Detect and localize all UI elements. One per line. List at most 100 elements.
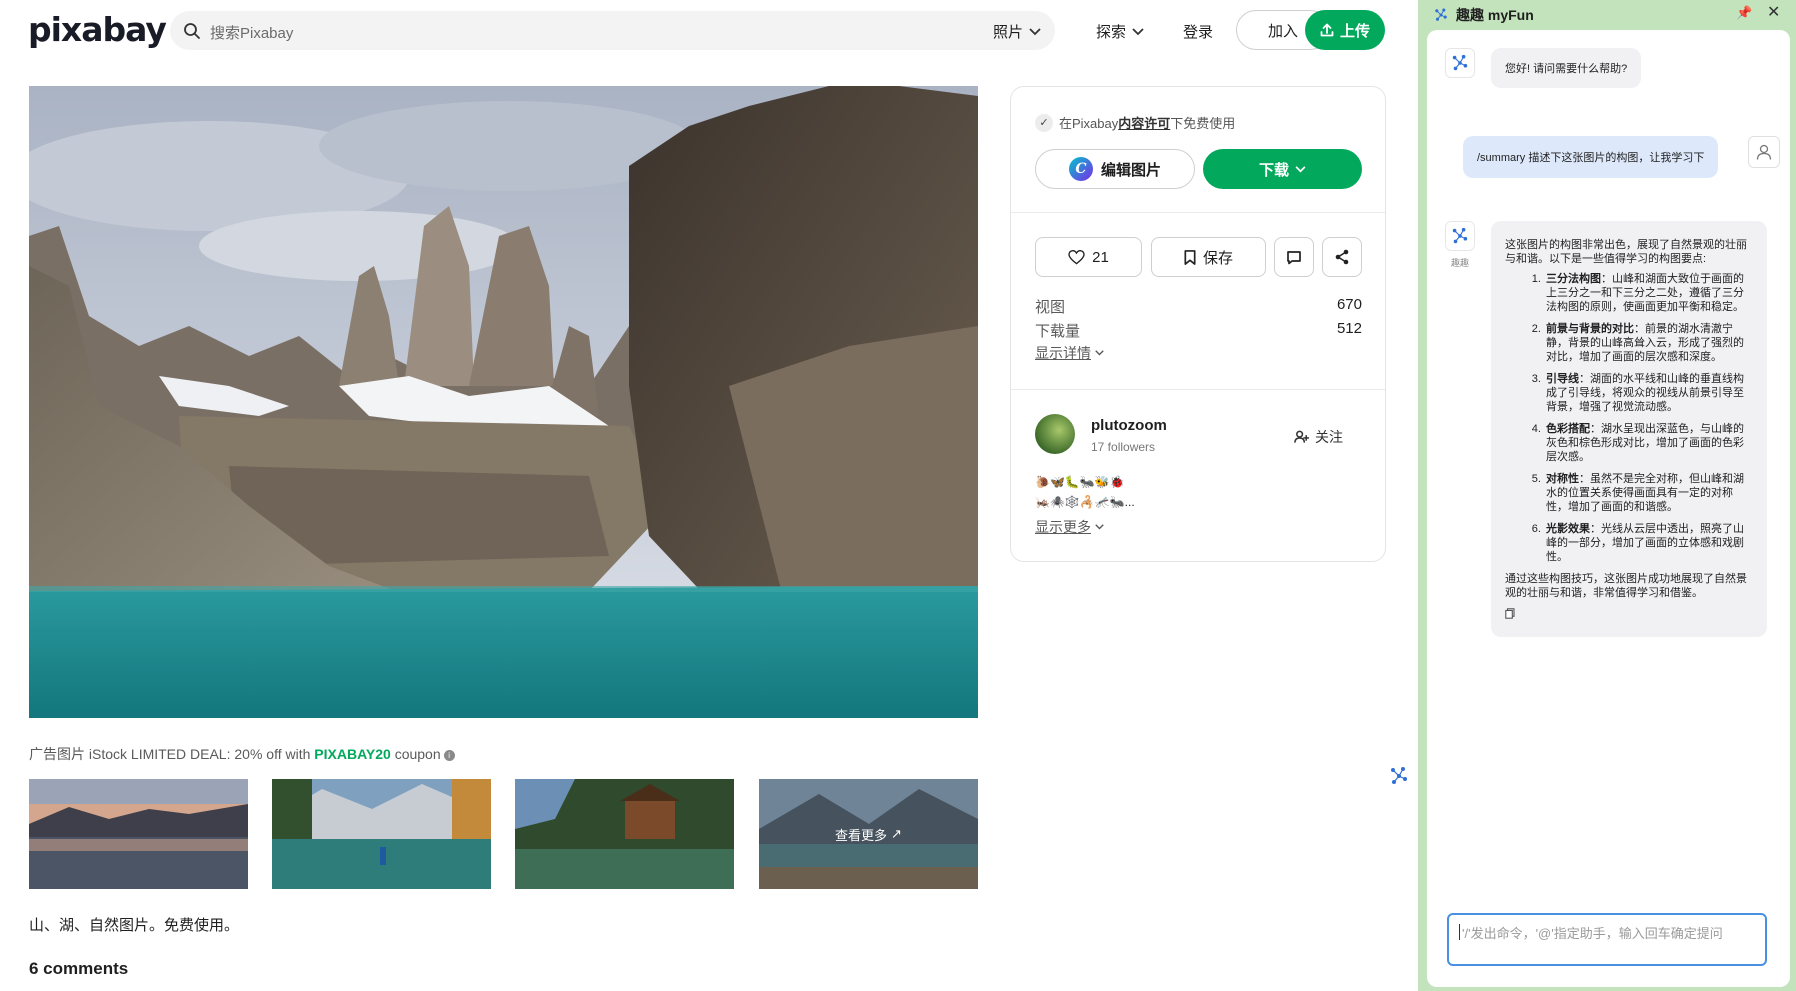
search-type-dropdown[interactable]: 照片	[993, 21, 1041, 42]
answer-bubble: 这张图片的构图非常出色，展现了自然景观的壮丽与和谐。以下是一些值得学习的构图要点…	[1491, 221, 1767, 637]
close-icon[interactable]: ✕	[1767, 2, 1780, 22]
greeting-bubble: 您好! 请问需要什么帮助?	[1491, 48, 1642, 88]
downloads-value: 512	[1336, 320, 1362, 337]
assistant-logo-icon	[1435, 8, 1447, 21]
explore-label: 探索	[1096, 24, 1127, 41]
pin-icon[interactable]: 📌	[1736, 5, 1752, 21]
heart-icon	[1068, 249, 1085, 264]
panel-title: 趣趣 myFun	[1434, 5, 1534, 25]
search-bar[interactable]: 搜索Pixabay 照片	[170, 11, 1055, 50]
assistant-float-icon[interactable]	[1389, 766, 1409, 786]
views-value: 670	[1336, 296, 1362, 313]
downloads-stat: 下载量 512	[1035, 320, 1362, 341]
author-name[interactable]: plutozoom	[1091, 417, 1167, 434]
user-message-text: /summary 描述下这张图片的构图，让我学习下	[1477, 152, 1705, 164]
upload-label: 上传	[1339, 22, 1370, 40]
chat-area: 您好! 请问需要什么帮助? /summary 描述下这张图片的构图，让我学习下 …	[1427, 30, 1790, 987]
share-icon	[1335, 249, 1349, 265]
related-thumbnail-more[interactable]: 查看更多 ↗	[759, 779, 978, 889]
greeting-text: 您好! 请问需要什么帮助?	[1505, 63, 1628, 75]
comment-icon	[1287, 250, 1301, 264]
text-caret	[1459, 924, 1460, 940]
ad-prefix: 广告图片 iStock LIMITED DEAL: 20% off with	[29, 746, 315, 762]
pixabay-logo[interactable]: pixabay	[28, 10, 167, 49]
ad-coupon[interactable]: PIXABAY20	[314, 746, 391, 762]
license-link[interactable]: 内容许可	[1118, 116, 1170, 131]
chevron-down-icon	[1295, 165, 1306, 172]
copy-icon[interactable]	[1505, 608, 1753, 623]
login-link[interactable]: 登录	[1183, 21, 1213, 42]
bookmark-icon	[1184, 249, 1196, 265]
user-avatar	[1748, 136, 1780, 168]
point-title: 前景与背景的对比	[1546, 323, 1634, 335]
share-button[interactable]	[1322, 237, 1362, 277]
point-title: 色彩搭配	[1546, 423, 1590, 435]
show-details-link[interactable]: 显示详情	[1035, 343, 1104, 363]
answer-list: 三分法构图：山峰和湖面大致位于画面的上三分之一和下三分之二处，遵循了三分法构图的…	[1505, 272, 1753, 564]
author-avatar[interactable]	[1035, 414, 1075, 454]
bot-caption: 趣趣	[1451, 258, 1470, 268]
answer-point: 引导线：湖面的水平线和山峰的垂直线构成了引导线，将观众的视线从前景引导至背景，增…	[1544, 372, 1753, 414]
author-bio: 🐌🦋🐛🐜🐝🐞 🦗🕷️🕸️🦂🦟🐜...	[1035, 472, 1135, 512]
license-suffix: 下免费使用	[1170, 116, 1236, 131]
join-label: 加入	[1267, 22, 1298, 40]
views-stat: 视图 670	[1035, 296, 1362, 317]
like-button[interactable]: 21	[1035, 237, 1142, 277]
main-page: pixabay 搜索Pixabay 照片 探索 登录 加入 上传 广告图片 iS…	[0, 0, 1418, 991]
ad-suffix: coupon	[390, 746, 441, 762]
user-message-bubble: /summary 描述下这张图片的构图，让我学习下	[1463, 136, 1719, 178]
external-link-icon: ↗	[891, 826, 902, 841]
comments-heading: 6 comments	[29, 959, 129, 978]
answer-point: 色彩搭配：湖水呈现出深蓝色，与山峰的灰色和棕色形成对比，增加了画面的色彩层次感。	[1544, 422, 1753, 464]
see-more-overlay[interactable]: 查看更多 ↗	[759, 779, 978, 889]
license-line: ✓ 在Pixabay内容许可下免费使用	[1035, 113, 1235, 132]
panel-title-label: 趣趣 myFun	[1456, 7, 1534, 23]
chevron-down-icon	[1029, 27, 1041, 35]
divider	[1011, 389, 1385, 390]
save-button[interactable]: 保存	[1151, 237, 1266, 277]
comment-button[interactable]	[1274, 237, 1314, 277]
mountain-lake-photo	[29, 86, 978, 718]
author-followers: 17 followers	[1091, 440, 1156, 454]
chevron-down-icon	[1095, 350, 1104, 356]
upload-icon	[1320, 23, 1334, 37]
download-button[interactable]: 下载	[1203, 149, 1362, 189]
related-thumbnail[interactable]	[272, 779, 491, 889]
alpine-lake-thumbnail	[272, 779, 491, 889]
image-info-card: ✓ 在Pixabay内容许可下免费使用 C 编辑图片 下载 21 保存 视图 6…	[1010, 86, 1386, 562]
show-more-link[interactable]: 显示更多	[1035, 517, 1104, 537]
main-photo[interactable]	[29, 86, 978, 718]
point-title: 三分法构图	[1546, 273, 1601, 285]
point-title: 引导线	[1546, 373, 1579, 385]
bot-avatar	[1445, 48, 1475, 78]
cabin-lake-thumbnail	[515, 779, 734, 889]
chevron-down-icon	[1095, 524, 1104, 530]
answer-point: 光影效果：光线从云层中透出，照亮了山峰的一部分，增加了画面的立体感和戏剧性。	[1544, 522, 1753, 564]
assistant-panel: 趣趣 myFun 📌 ✕ 您好! 请问需要什么帮助? /summary 描述下这…	[1418, 0, 1796, 991]
download-label: 下载	[1258, 161, 1289, 179]
chevron-down-icon	[1132, 27, 1144, 35]
follow-button[interactable]: 关注	[1294, 427, 1343, 447]
search-input[interactable]: 搜索Pixabay	[210, 22, 293, 43]
chat-input[interactable]: '/'发出命令，'@'指定助手，输入回车确定提问	[1447, 913, 1767, 966]
related-thumbnail[interactable]	[515, 779, 734, 889]
edit-image-label: 编辑图片	[1100, 161, 1161, 179]
answer-point: 前景与背景的对比：前景的湖水清澈宁静，背景的山峰高耸入云，形成了强烈的对比，增加…	[1544, 322, 1753, 364]
info-icon[interactable]: i	[443, 749, 455, 761]
save-label: 保存	[1202, 249, 1233, 267]
sunset-lake-thumbnail	[29, 779, 248, 889]
canva-icon: C	[1068, 157, 1093, 181]
image-tags: 山、湖、自然图片。免费使用。	[29, 917, 240, 934]
upload-button[interactable]: 上传	[1305, 10, 1385, 50]
ad-text[interactable]: 广告图片 iStock LIMITED DEAL: 20% off with P…	[29, 744, 455, 764]
check-icon: ✓	[1035, 113, 1053, 132]
answer-outro: 通过这些构图技巧，这张图片成功地展现了自然景观的壮丽与和谐，非常值得学习和借鉴。	[1505, 573, 1747, 599]
search-type-label: 照片	[992, 24, 1023, 41]
point-title: 对称性	[1546, 473, 1579, 485]
like-count: 21	[1092, 248, 1109, 266]
edit-image-button[interactable]: C 编辑图片	[1035, 149, 1195, 189]
answer-intro: 这张图片的构图非常出色，展现了自然景观的壮丽与和谐。以下是一些值得学习的构图要点…	[1505, 239, 1747, 265]
related-thumbnail[interactable]	[29, 779, 248, 889]
show-details-label: 显示详情	[1035, 345, 1091, 361]
explore-menu[interactable]: 探索	[1096, 21, 1144, 42]
